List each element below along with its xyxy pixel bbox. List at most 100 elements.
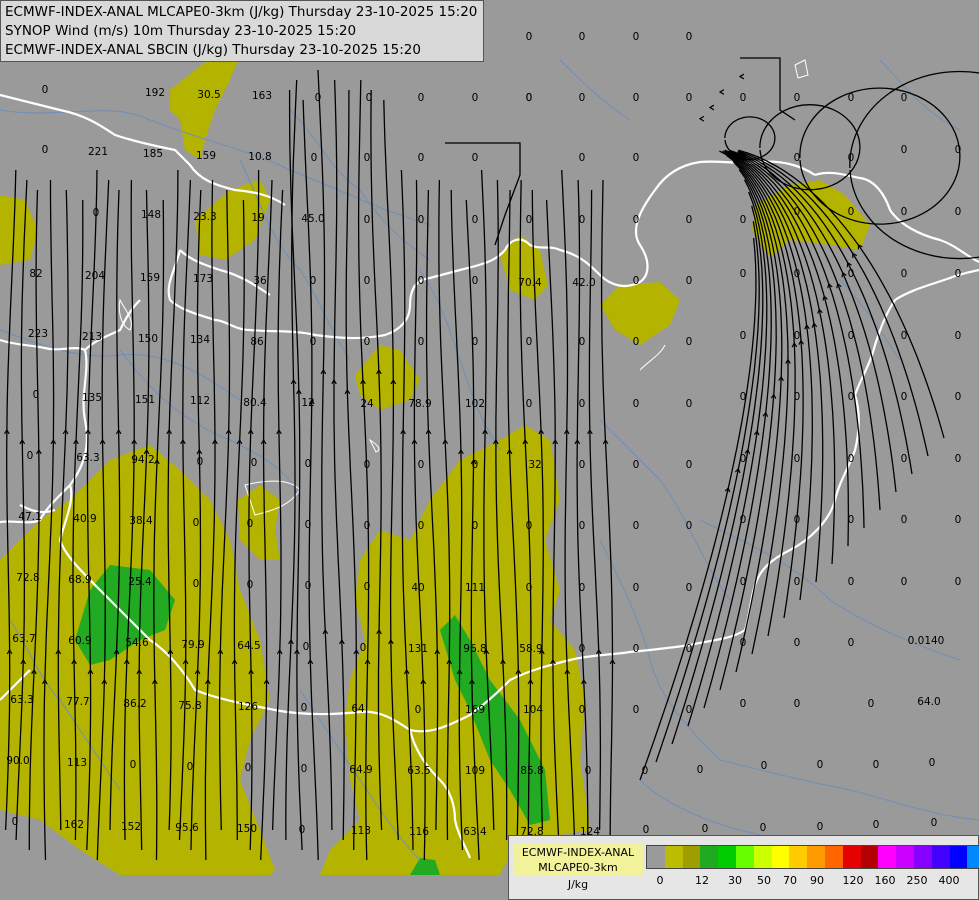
grid-value-label: 0: [685, 459, 693, 471]
grid-value-label: 0: [739, 391, 747, 403]
grid-value-label: 0: [685, 275, 693, 287]
grid-value-label: 109: [464, 765, 486, 777]
grid-value-label: 0: [685, 214, 693, 226]
grid-value-label: 60.9: [68, 635, 92, 647]
grid-value-label: 77.7: [66, 696, 90, 708]
grid-value-label: 0: [298, 824, 306, 836]
grid-value-label: 0: [525, 92, 533, 104]
grid-value-label: 23.3: [193, 211, 217, 223]
grid-value-label: 0: [417, 459, 425, 471]
grid-value-label: 10.8: [248, 151, 272, 163]
grid-value-label: 0: [900, 453, 908, 465]
legend-tick-label: 250: [906, 874, 928, 887]
grid-value-label: 221: [87, 146, 109, 158]
grid-value-label: 12: [301, 397, 315, 409]
grid-value-label: 64.9: [349, 764, 373, 776]
legend-title-line1: ECMWF-INDEX-ANAL: [521, 846, 635, 859]
grid-value-label: 0: [471, 336, 479, 348]
grid-value-label: 0: [417, 520, 425, 532]
grid-value-label: 0: [900, 92, 908, 104]
grid-value-label: 0: [471, 214, 479, 226]
legend-swatch: [647, 846, 665, 868]
grid-value-label: 0: [900, 576, 908, 588]
grid-value-label: 163: [251, 90, 273, 102]
legend-swatch: [967, 846, 979, 868]
grid-value-label: 0: [900, 144, 908, 156]
grid-value-label: 204: [84, 270, 106, 282]
legend-swatch: [682, 846, 701, 868]
legend-tick-label: 120: [842, 874, 864, 887]
legend-color-scale: [646, 845, 979, 869]
grid-value-label: 0: [92, 207, 100, 219]
grid-value-label: 0: [632, 214, 640, 226]
grid-value-label: 0: [847, 637, 855, 649]
grid-value-label: 0: [739, 514, 747, 526]
grid-value-label: 0: [632, 643, 640, 655]
grid-value-label: 78.9: [408, 398, 432, 410]
header-line-wind: SYNOP Wind (m/s) 10m Thursday 23-10-2025…: [5, 23, 357, 39]
grid-value-label: 0: [759, 822, 767, 834]
legend-title-line2: MLCAPE0-3km: [538, 861, 618, 874]
grid-value-label: 0: [685, 643, 693, 655]
grid-value-label: 0: [314, 92, 322, 104]
wind-streamline: [288, 90, 303, 851]
grid-value-label: 0: [363, 520, 371, 532]
grid-value-label: 151: [134, 394, 156, 406]
grid-value-label: 0: [928, 757, 936, 769]
grid-value-label: 38.4: [129, 515, 153, 527]
grid-value-label: 79.9: [181, 639, 205, 651]
legend-swatch: [664, 846, 683, 868]
grid-value-label: 0: [900, 391, 908, 403]
grid-value-label: 169: [464, 704, 486, 716]
grid-value-label: 64.5: [237, 640, 261, 652]
legend-swatch: [735, 846, 754, 868]
legend-swatch: [807, 846, 825, 868]
grid-value-label: 0: [302, 641, 310, 653]
legend-swatch: [789, 846, 808, 868]
legend-tick-label: 160: [874, 874, 896, 887]
grid-value-label: 0: [471, 152, 479, 164]
grid-value-label: 0: [578, 152, 586, 164]
grid-value-label: 0: [246, 518, 254, 530]
grid-value-label: 152: [120, 821, 142, 833]
wind-streamline: [724, 116, 776, 160]
grid-value-label: 0: [954, 391, 962, 403]
grid-value-label: 134: [189, 334, 211, 346]
grid-value-label: 72.8: [16, 572, 40, 584]
color-legend: ECMWF-INDEX-ANAL MLCAPE0-3km J/kg 0 12 30 5…: [508, 835, 979, 900]
grid-value-label: 0: [525, 582, 533, 594]
grid-value-label: 0: [578, 31, 586, 43]
legend-swatch: [718, 846, 736, 868]
grid-value-label: 32: [528, 459, 542, 471]
grid-value-label: 0: [739, 268, 747, 280]
grid-value-label: 0: [793, 637, 801, 649]
grid-value-label: 68.9: [68, 574, 92, 586]
grid-value-label: 0: [632, 704, 640, 716]
weather-map[interactable]: 019230.5163000000.18200000022118515910.8…: [0, 0, 979, 900]
grid-value-label: 47.1: [18, 511, 42, 523]
grid-value-label: 0: [739, 330, 747, 342]
legend-swatch: [753, 846, 772, 868]
grid-value-label: 0: [847, 576, 855, 588]
grid-value-label: 0: [793, 152, 801, 164]
grid-value-label: 0: [414, 704, 422, 716]
grid-value-label: 86: [250, 336, 264, 348]
grid-value-label: 185: [142, 148, 164, 160]
grid-value-label: 0: [632, 152, 640, 164]
grid-value-label: 30.5: [197, 89, 221, 101]
grid-value-label: 0: [41, 144, 49, 156]
grid-value-label: 0: [41, 84, 49, 96]
grid-value-label: 0: [192, 578, 200, 590]
grid-value-label: 0: [632, 520, 640, 532]
grid-value-label: 63.3: [76, 452, 100, 464]
header-line-cin: ECMWF-INDEX-ANAL SBCIN (J/kg) Thursday 2…: [5, 42, 421, 58]
grid-value-label: 0: [930, 817, 938, 829]
legend-swatch: [771, 846, 790, 868]
grid-value-label: 0: [847, 391, 855, 403]
grid-value-label: 0: [129, 759, 137, 771]
grid-value-label: 0: [578, 459, 586, 471]
wind-arrowhead: [718, 89, 725, 95]
grid-value-label: 0: [954, 576, 962, 588]
grid-value-label: 0: [954, 330, 962, 342]
grid-value-label: 0: [793, 453, 801, 465]
